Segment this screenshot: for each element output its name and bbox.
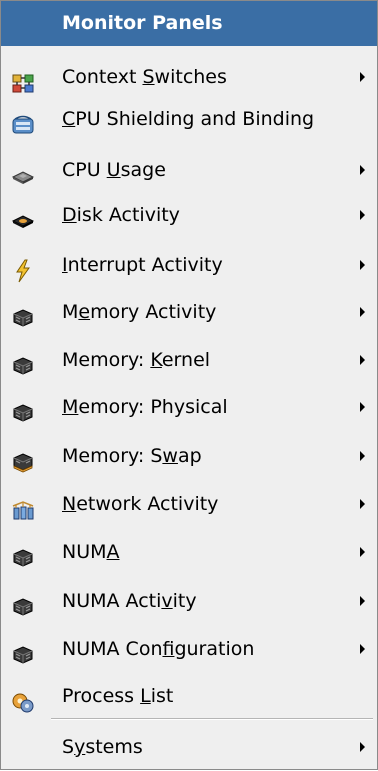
menu-item-label: Context Switches xyxy=(62,66,227,88)
memory-chip-icon xyxy=(11,589,35,616)
menu-item-systems[interactable]: Systems xyxy=(1,723,377,771)
menu-item-label: NUMA xyxy=(62,541,120,563)
menu-item-label: Memory: Swap xyxy=(62,445,202,467)
network-icon xyxy=(11,492,35,520)
cpu-chip-icon xyxy=(11,158,35,184)
submenu-arrow-icon xyxy=(360,402,365,412)
memory-chip-icon xyxy=(11,348,35,375)
menu-item-label: NUMA Configuration xyxy=(62,638,255,660)
menu-item-memory-swap[interactable]: Memory: Swap xyxy=(1,432,377,480)
menu-item-label: Process List xyxy=(62,685,174,707)
submenu-arrow-icon xyxy=(360,499,365,509)
submenu-arrow-icon xyxy=(360,547,365,557)
memory-chip-icon xyxy=(11,300,35,327)
menu-item-label: CPU Usage xyxy=(62,159,166,181)
memory-chip-icon xyxy=(11,540,35,567)
process-gear-icon xyxy=(11,684,35,713)
menu-item-memory-kernel[interactable]: Memory: Kernel xyxy=(1,336,377,384)
menu-item-disk-activity[interactable]: Disk Activity xyxy=(1,191,377,239)
submenu-arrow-icon xyxy=(360,451,365,461)
menu-item-numa-configuration[interactable]: NUMA Configuration xyxy=(1,625,377,673)
lightning-icon xyxy=(11,253,35,283)
menu-item-context-switches[interactable]: Context Switches xyxy=(1,53,377,101)
menu-item-memory-activity[interactable]: Memory Activity xyxy=(1,288,377,336)
menu-item-cpu-usage[interactable]: CPU Usage xyxy=(1,146,377,194)
submenu-arrow-icon xyxy=(360,165,365,175)
submenu-arrow-icon xyxy=(360,210,365,220)
menu-header: Monitor Panels xyxy=(1,1,377,46)
menu-item-label: NUMA Activity xyxy=(62,590,197,612)
menu-item-network-activity[interactable]: Network Activity xyxy=(1,480,377,528)
submenu-arrow-icon xyxy=(360,260,365,270)
submenu-arrow-icon xyxy=(360,307,365,317)
context-switch-icon xyxy=(11,65,35,93)
menu-item-numa[interactable]: NUMA xyxy=(1,528,377,576)
menu-item-label: Disk Activity xyxy=(62,204,180,226)
cpu-shield-icon xyxy=(11,107,35,134)
submenu-arrow-icon xyxy=(360,72,365,82)
submenu-arrow-icon xyxy=(360,596,365,606)
menu-item-process-list[interactable]: Process List xyxy=(1,672,377,720)
menu-item-label: Memory Activity xyxy=(62,301,217,323)
memory-chip-icon xyxy=(11,637,35,664)
menu-item-label: Systems xyxy=(62,736,143,758)
memory-swap-icon xyxy=(11,444,35,473)
memory-chip-icon xyxy=(11,395,35,422)
menu-item-interrupt-activity[interactable]: Interrupt Activity xyxy=(1,241,377,289)
submenu-arrow-icon xyxy=(360,355,365,365)
menu-item-label: Memory: Physical xyxy=(62,396,228,418)
menu-separator xyxy=(51,718,373,720)
menu-item-label: Memory: Kernel xyxy=(62,349,211,371)
menu-item-label: CPU Shielding and Binding xyxy=(62,108,315,130)
menu-item-label: Network Activity xyxy=(62,493,219,515)
menu-item-label: Interrupt Activity xyxy=(62,254,223,276)
disk-icon xyxy=(11,203,35,228)
menu-item-numa-activity[interactable]: NUMA Activity xyxy=(1,577,377,625)
submenu-arrow-icon xyxy=(360,644,365,654)
menu-item-cpu-shielding[interactable]: CPU Shielding and Binding xyxy=(1,95,377,143)
menu-item-memory-physical[interactable]: Memory: Physical xyxy=(1,383,377,431)
submenu-arrow-icon xyxy=(360,742,365,752)
monitor-panels-menu: Monitor Panels Context Switches CPU Shie… xyxy=(0,0,378,770)
